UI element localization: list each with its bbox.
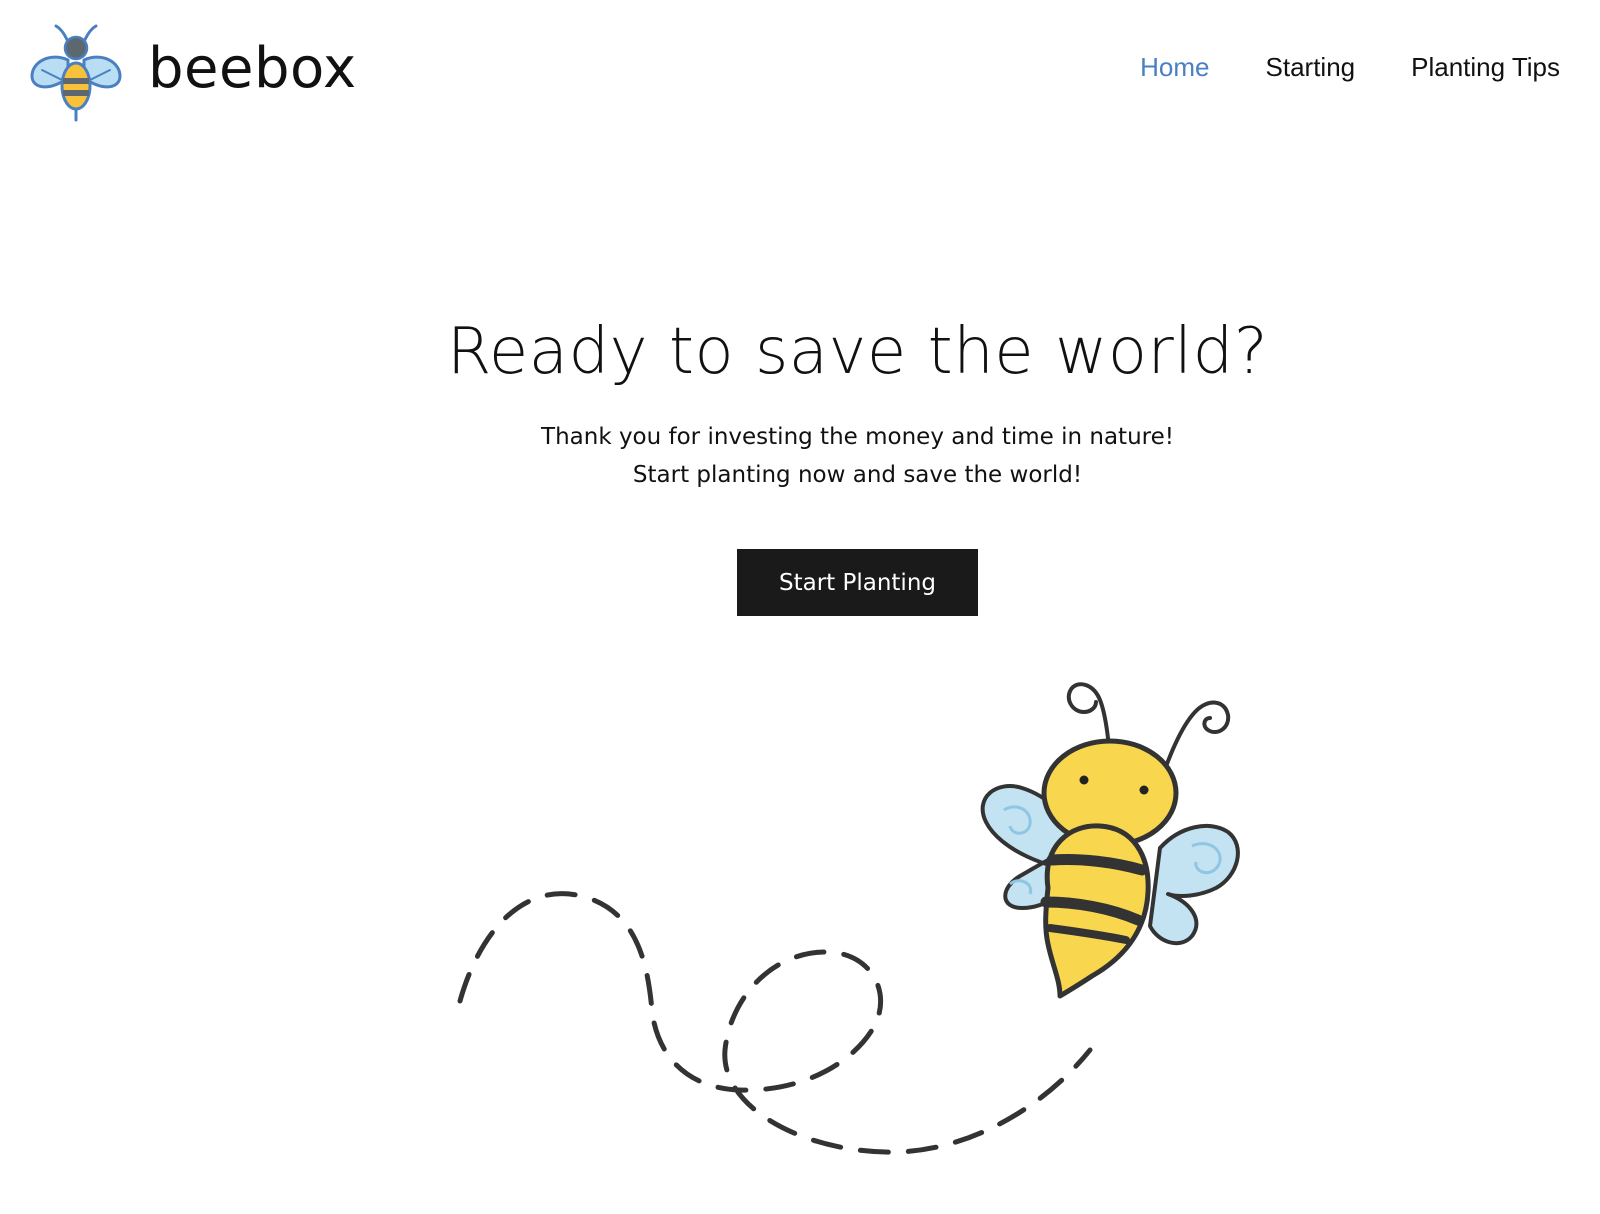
nav-item-home[interactable]: Home <box>1140 52 1209 83</box>
start-planting-button[interactable]: Start Planting <box>737 549 978 616</box>
hero-subtitle-line-1: Thank you for investing the money and ti… <box>541 424 1174 450</box>
bee-eye-right <box>1139 785 1149 795</box>
brand-link[interactable]: beebox <box>30 20 357 124</box>
bee-eye-left <box>1079 775 1089 785</box>
hero-title: Ready to save the world? <box>446 315 1269 389</box>
flight-path <box>457 891 1093 1155</box>
bee-flight-illustration <box>457 682 1240 1155</box>
site-header: beebox Home Starting Planting Tips <box>0 0 1600 140</box>
hero-subtitle-line-2: Start planting now and save the world! <box>632 462 1083 488</box>
hero-subtitle: Thank you for investing the money and ti… <box>0 418 1600 494</box>
brand-name: beebox <box>148 36 357 101</box>
main-nav: Home Starting Planting Tips <box>1140 52 1560 83</box>
bee-wing-right <box>1148 824 1240 946</box>
nav-item-starting[interactable]: Starting <box>1266 52 1356 83</box>
nav-item-planting-tips[interactable]: Planting Tips <box>1411 52 1560 83</box>
bee-logo-icon <box>30 24 122 122</box>
